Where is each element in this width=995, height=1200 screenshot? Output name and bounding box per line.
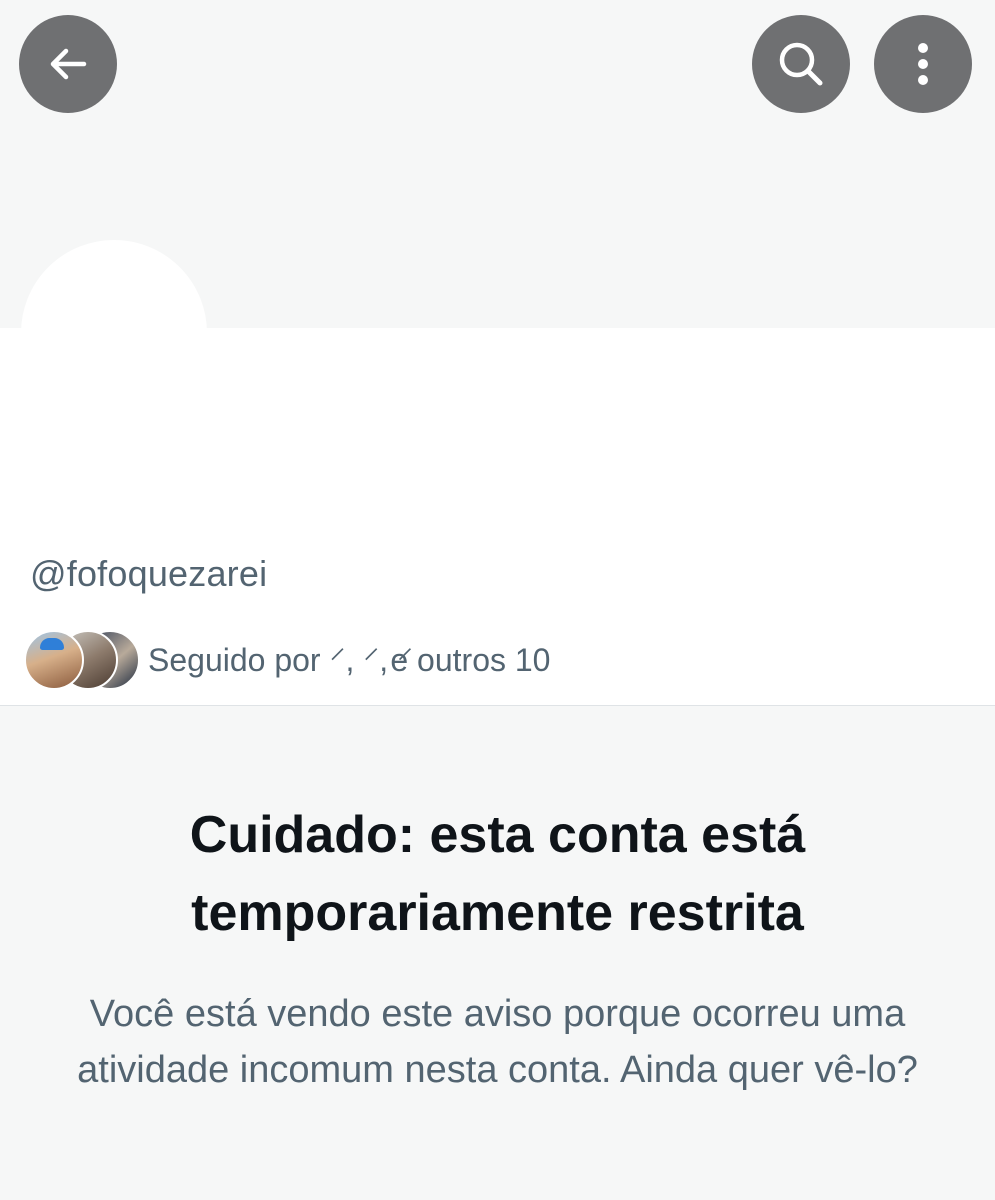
followed-by-suffix: e outros 10 [390, 641, 551, 678]
back-button[interactable] [19, 15, 117, 113]
restricted-account-warning: Cuidado: esta conta está temporariamente… [0, 706, 995, 1200]
arrow-left-icon [44, 40, 92, 88]
followed-by-row[interactable]: Seguido por ⸍, ⸍, ⸍ e outros 10 [24, 630, 550, 690]
search-button[interactable] [752, 15, 850, 113]
followed-by-text: Seguido por ⸍, ⸍, ⸍ e outros 10 [148, 638, 550, 681]
avatar-placeholder [27, 246, 201, 420]
profile-page: @fofoquezarei Seguido por ⸍, ⸍, ⸍ e outr… [0, 0, 995, 1200]
warning-title: Cuidado: esta conta está temporariamente… [189, 806, 806, 942]
search-icon [775, 38, 827, 90]
profile-handle: @fofoquezarei [30, 553, 268, 594]
follower-avatar [24, 630, 84, 690]
follower-avatars [24, 630, 140, 690]
warning-body: Você está vendo este aviso porque ocorre… [77, 993, 918, 1091]
more-vertical-icon [913, 38, 933, 90]
more-options-button[interactable] [874, 15, 972, 113]
followed-by-names: ⸍, ⸍, ⸍ [329, 641, 414, 678]
followed-by-prefix: Seguido por [148, 641, 321, 678]
profile-avatar[interactable] [21, 240, 207, 426]
